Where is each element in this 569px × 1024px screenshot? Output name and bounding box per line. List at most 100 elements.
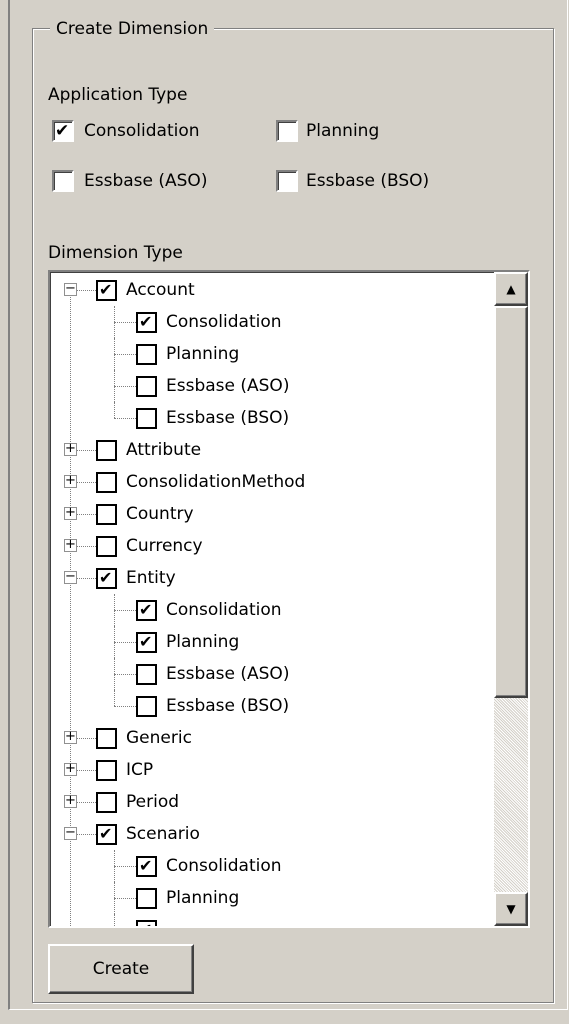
tree-node[interactable]: − ✔ Scenario <box>50 818 494 850</box>
tree-node-label: Planning <box>166 888 240 908</box>
tree-checkbox[interactable] <box>136 888 157 909</box>
tree-node[interactable]: + ICP <box>50 754 494 786</box>
tree-child-node[interactable]: ✔ Consolidation <box>50 850 494 882</box>
expand-icon[interactable]: + <box>64 538 77 552</box>
tree-node-label: Planning <box>166 344 240 364</box>
tree-connector <box>76 450 96 451</box>
tree-checkbox[interactable]: ✔ <box>136 920 157 926</box>
tree-node[interactable]: + Generic <box>50 722 494 754</box>
expand-icon[interactable]: + <box>64 506 77 520</box>
scroll-thumb[interactable] <box>494 306 528 698</box>
application-type-label: Application Type <box>48 85 188 105</box>
tree-connector <box>76 802 96 803</box>
tree-node-label: Generic <box>126 728 192 748</box>
tree-checkbox[interactable] <box>136 344 157 365</box>
tree-node-label: Consolidation <box>166 312 282 332</box>
tree-connector <box>76 578 96 579</box>
tree-connector <box>76 514 96 515</box>
scroll-down-button[interactable]: ▼ <box>494 892 528 926</box>
tree-checkbox[interactable]: ✔ <box>96 568 117 589</box>
tree-child-node[interactable]: Planning <box>50 338 494 370</box>
tree-checkbox[interactable] <box>96 440 117 461</box>
tree-node-label: Scenario <box>126 824 200 844</box>
tree-checkbox[interactable] <box>136 408 157 429</box>
check-icon: ✔ <box>55 121 70 141</box>
tree-node-label: Attribute <box>126 440 202 460</box>
collapse-icon[interactable]: − <box>64 282 77 296</box>
tree-child-node[interactable]: ✔ <box>50 914 494 926</box>
tree-checkbox[interactable]: ✔ <box>136 632 157 653</box>
tree-connector <box>76 546 96 547</box>
expand-icon[interactable]: + <box>64 442 77 456</box>
tree-node[interactable]: + Period <box>50 786 494 818</box>
checkbox-box[interactable] <box>276 170 298 192</box>
expand-icon[interactable]: + <box>64 730 77 744</box>
tree-checkbox[interactable] <box>96 760 117 781</box>
dimension-type-label: Dimension Type <box>48 243 183 263</box>
checkbox-label: Consolidation <box>84 121 200 141</box>
tree-checkbox[interactable]: ✔ <box>136 856 157 877</box>
expand-icon[interactable]: + <box>64 762 77 776</box>
tree-child-guide <box>114 914 115 926</box>
tree-node-label: Planning <box>166 632 240 652</box>
tree-checkbox[interactable] <box>96 728 117 749</box>
tree-connector <box>114 642 136 643</box>
expand-icon[interactable]: + <box>64 474 77 488</box>
create-button[interactable]: Create <box>48 944 194 994</box>
collapse-icon[interactable]: − <box>64 570 77 584</box>
expand-icon[interactable]: + <box>64 794 77 808</box>
tree-connector <box>114 354 136 355</box>
check-icon: ✔ <box>139 312 153 331</box>
tree-node-label: Entity <box>126 568 176 588</box>
up-arrow-icon: ▲ <box>506 282 516 296</box>
check-icon: ✔ <box>99 280 113 299</box>
tree-connector <box>114 706 136 707</box>
tree-child-node[interactable]: ✔ Planning <box>50 626 494 658</box>
dimension-type-tree[interactable]: − ✔ Account ✔ Consolidation Planning Essbase (… <box>48 270 530 928</box>
checkbox-label: Essbase (BSO) <box>306 171 430 191</box>
tree-connector <box>114 866 136 867</box>
tree-node[interactable]: + Country <box>50 498 494 530</box>
checkbox-box[interactable] <box>276 120 298 142</box>
group-title: Create Dimension <box>50 18 215 40</box>
tree-checkbox[interactable] <box>136 376 157 397</box>
tree-node[interactable]: + ConsolidationMethod <box>50 466 494 498</box>
tree-checkbox[interactable]: ✔ <box>136 600 157 621</box>
tree-connector <box>114 418 136 419</box>
tree-node[interactable]: − ✔ Account <box>50 274 494 306</box>
tree-checkbox[interactable]: ✔ <box>96 280 117 301</box>
checkbox-box[interactable] <box>52 170 74 192</box>
tree-checkbox[interactable] <box>96 792 117 813</box>
tree-checkbox[interactable] <box>96 504 117 525</box>
scroll-up-button[interactable]: ▲ <box>494 272 528 306</box>
tree-checkbox[interactable]: ✔ <box>96 824 117 845</box>
tree-child-guide <box>114 402 115 418</box>
tree-connector <box>114 322 136 323</box>
checkbox-box[interactable]: ✔ <box>52 120 74 142</box>
tree-node-label: Essbase (ASO) <box>166 664 290 684</box>
tree-child-node[interactable]: Essbase (BSO) <box>50 690 494 722</box>
tree-node[interactable]: − ✔ Entity <box>50 562 494 594</box>
tree-checkbox[interactable] <box>136 664 157 685</box>
tree-checkbox[interactable] <box>96 472 117 493</box>
tree-node-label: Consolidation <box>166 856 282 876</box>
tree-child-guide <box>114 690 115 706</box>
tree-node-label: ICP <box>126 760 154 780</box>
tree-child-node[interactable]: Essbase (BSO) <box>50 402 494 434</box>
tree-checkbox[interactable] <box>96 536 117 557</box>
tree-child-node[interactable]: ✔ Consolidation <box>50 594 494 626</box>
tree-node-label: Currency <box>126 536 203 556</box>
tree-connector <box>76 834 96 835</box>
vertical-scrollbar[interactable]: ▲ ▼ <box>494 272 528 926</box>
tree-child-node[interactable]: Planning <box>50 882 494 914</box>
tree-child-node[interactable]: ✔ Consolidation <box>50 306 494 338</box>
tree-node-label: Period <box>126 792 180 812</box>
tree-checkbox[interactable] <box>136 696 157 717</box>
tree-child-node[interactable]: Essbase (ASO) <box>50 658 494 690</box>
tree-connector <box>114 610 136 611</box>
tree-node[interactable]: + Currency <box>50 530 494 562</box>
tree-node[interactable]: + Attribute <box>50 434 494 466</box>
collapse-icon[interactable]: − <box>64 826 77 840</box>
tree-checkbox[interactable]: ✔ <box>136 312 157 333</box>
tree-child-node[interactable]: Essbase (ASO) <box>50 370 494 402</box>
